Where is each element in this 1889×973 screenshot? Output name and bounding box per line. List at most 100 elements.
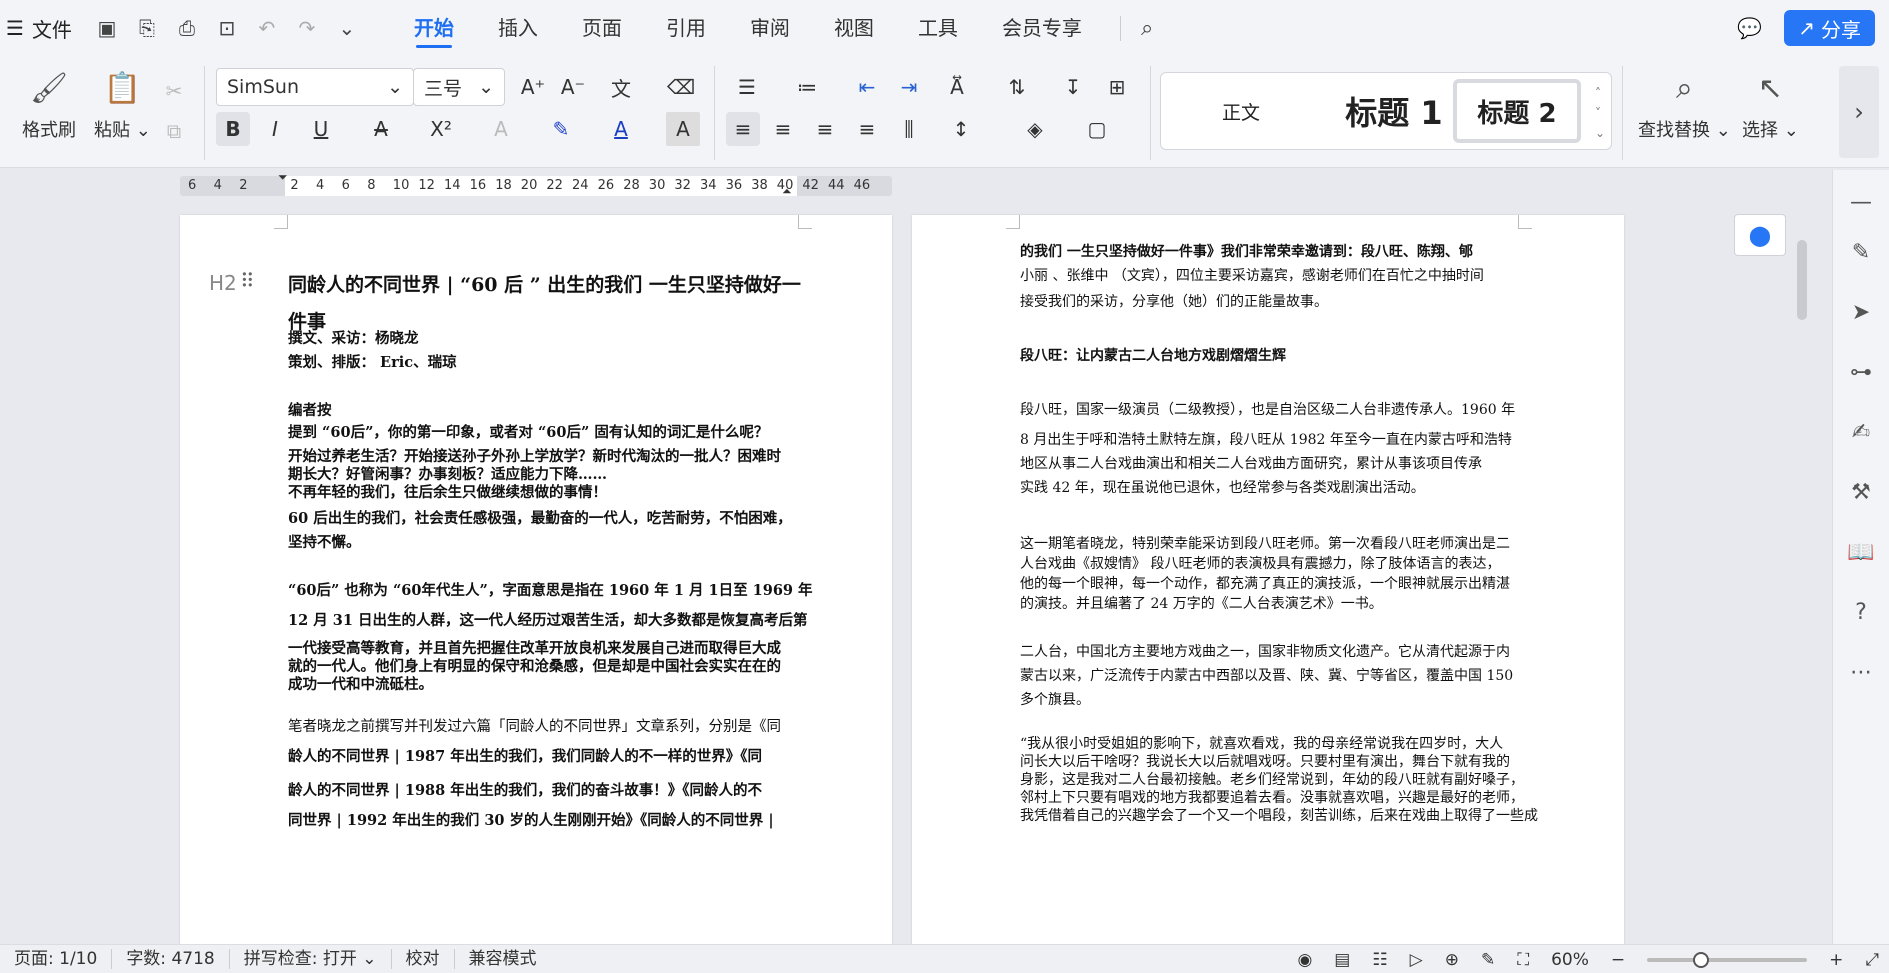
page1-text-line[interactable]: 撰文、采访：杨晓龙 [288,327,419,348]
highlight-icon[interactable]: ✎ [544,112,578,146]
paste-button[interactable]: 📋 粘贴 ⌄ [94,66,151,142]
page1-text-line[interactable]: 坚持不懈。 [288,531,361,552]
zoom-slider-knob[interactable] [1693,951,1710,968]
sort-icon[interactable]: ⇅ [1000,70,1034,104]
align-right-icon[interactable]: ≡ [808,112,842,146]
page1-text-line[interactable]: 龄人的不同世界 | 1987 年出生的我们，我们同龄人的不一样的世界》《同 [288,745,762,766]
chat-icon[interactable]: 💬 [1737,16,1762,40]
page1-text-line[interactable]: “60后” 也称为 “60年代生人”，字面意思是指在 1960 年 1 月 1日… [288,579,813,600]
fit-page-icon[interactable]: ⛶ [1517,950,1529,970]
help-icon[interactable]: ? [1845,596,1877,628]
play-icon[interactable]: ▷ [1410,950,1423,970]
style-heading2[interactable]: 标题 2 [1453,79,1581,143]
page-indicator[interactable]: 页面: 1/10 [0,949,113,969]
styles-scroll[interactable]: ˄ ˅ ⌄ [1595,83,1605,143]
format-painter-button[interactable]: 🖌 格式刷 [22,66,76,142]
tab-item[interactable]: 开始 [392,0,476,56]
font-name-select[interactable]: SimSun ⌄ [216,68,414,106]
draw-icon[interactable]: ✍ [1845,416,1877,448]
copy-icon[interactable]: ⧉ [157,114,191,148]
tab-item[interactable]: 引用 [644,0,728,56]
right-indent-marker[interactable]: ⏶ [782,184,792,199]
page2-text-line[interactable]: 邻村上下只要有唱戏的地方我都要追着去看。没事就喜欢唱，兴趣是最好的老师， [1020,787,1524,807]
justify-icon[interactable]: ≡ [850,112,884,146]
save-icon[interactable]: ▣ [92,13,122,43]
character-shading-icon[interactable]: A [666,112,700,146]
zoom-level[interactable]: 60% [1551,950,1589,970]
line-spacing-icon[interactable]: ↕ [944,112,978,146]
underline-icon[interactable]: U [304,112,338,146]
outline-view-icon[interactable]: ☷ [1372,950,1387,970]
page1-text-line[interactable]: 策划、排版： Eric、瑞琼 [288,351,457,372]
increase-indent-icon[interactable]: ⇥ [892,70,926,104]
page-view-icon[interactable]: ▤ [1334,950,1350,970]
style-normal[interactable]: 正文 [1181,79,1301,143]
location-button[interactable]: ⬤ [1734,214,1786,256]
borders-icon[interactable]: ▢ [1080,112,1114,146]
tab-item[interactable]: 审阅 [728,0,812,56]
italic-icon[interactable]: I [258,112,292,146]
page2-text-line[interactable]: 他的每一个眼神，每一个动作，都充满了真正的演技派，一个眼神就展示出精湛 [1020,573,1510,593]
page1-text-line[interactable]: 龄人的不同世界 | 1988 年出生的我们，我们的奋斗故事！》《同龄人的不 [288,779,762,800]
proofread-button[interactable]: 校对 [392,949,455,969]
align-center-icon[interactable]: ≡ [766,112,800,146]
align-left-icon[interactable]: ≡ [726,112,760,146]
pen-mode-icon[interactable]: ✎ [1481,950,1495,970]
font-size-select[interactable]: 三号 ⌄ [413,68,505,106]
show-marks-icon[interactable]: ⊞ [1100,70,1134,104]
page2-text-line[interactable]: 地区从事二人台戏曲演出和相关二人台戏曲方面研究，累计从事该项目传承 [1020,453,1482,473]
print-icon[interactable]: ⎙ [172,13,202,43]
share-button[interactable]: ↗ 分享 [1784,10,1875,46]
page2-text-line[interactable]: 的我们 一生只坚持做好一件事》我们非常荣幸邀请到：段八旺、陈翔、郇 [1020,241,1473,261]
phonetic-guide-icon[interactable]: 文 [604,70,638,104]
page1-text-line[interactable]: 提到 “60后”，你的第一印象，或者对 “60后” 固有认知的词汇是什么呢？ [288,421,768,442]
select-button[interactable]: ↖ 选择 ⌄ [1742,66,1799,142]
more-chevron-icon[interactable]: ⌄ [332,13,362,43]
indent-marker[interactable]: ⏷ [278,170,288,185]
page1-text-line[interactable]: 笔者晓龙之前撰写并刊发过六篇「同龄人的不同世界」文章系列，分别是《同 [288,715,781,736]
page2-text-line[interactable]: 身影，这是我对二人台最初接触。老乡们经常说到，年幼的段八旺就有副好嗓子， [1020,769,1524,789]
tab-item[interactable]: 页面 [560,0,644,56]
eye-protect-icon[interactable]: ◉ [1297,950,1312,970]
more-icon[interactable]: ⋯ [1845,656,1877,688]
bullet-list-icon[interactable]: ☰ [730,70,764,104]
adjust-icon[interactable]: ⊶ [1845,356,1877,388]
redo-icon[interactable]: ↷ [292,13,322,43]
cut-icon[interactable]: ✂ [157,74,191,108]
style-heading1[interactable]: 标题 1 [1319,79,1469,143]
clear-format-icon[interactable]: ⌫ [664,70,698,104]
page-1[interactable]: H2 ⠿ 同龄人的不同世界 | “60 后 ” 出生的我们 一生只坚持做好一件事… [180,215,892,944]
font-color-icon[interactable]: A [604,112,638,146]
page1-text-line[interactable]: 12 月 31 日出生的人群，这一代人经历过艰苦生活，却大多数都是恢复高考后第 [288,609,808,630]
decrease-indent-icon[interactable]: ⇤ [850,70,884,104]
horizontal-ruler[interactable]: 6 4 2 2 4 6 8 10 12 14 16 18 20 22 24 26 28 30 32 34 36 38 40 4… [180,170,892,199]
bold-icon[interactable]: B [216,112,250,146]
page1-text-line[interactable]: 不再年轻的我们，往后余生只做继续想做的事情！ [288,481,607,502]
tab-item[interactable]: 工具 [896,0,980,56]
tab-item[interactable]: 视图 [812,0,896,56]
page1-text-line[interactable]: 同世界 | 1992 年出生的我们 30 岁的人生刚刚开始》《同龄人的不同世界 … [288,809,774,830]
text-sort-icon[interactable]: ↧ [1056,70,1090,104]
decrease-font-icon[interactable]: A⁻ [556,70,590,104]
vertical-scrollbar[interactable] [1793,200,1811,944]
web-view-icon[interactable]: ⊕ [1445,950,1459,970]
zoom-slider[interactable] [1647,951,1808,968]
scrollbar-thumb[interactable] [1797,240,1807,320]
pen-icon[interactable]: ✎ [1845,236,1877,268]
tools-icon[interactable]: ⚒ [1845,476,1877,508]
file-menu[interactable]: ☰ 文件 [6,14,72,43]
page2-text-line[interactable]: 问长大以后干啥呀？我说长大以后就唱戏呀。只要村里有演出，舞台下就有我的 [1020,751,1510,771]
print-preview-icon[interactable]: ⊡ [212,13,242,43]
page2-text-line[interactable]: “我从很小时受姐姐的影响下，就喜欢看戏，我的母亲经常说我在四岁时，大人 [1020,733,1503,753]
page1-text-line[interactable]: 编者按 [288,399,332,420]
find-replace-button[interactable]: ⌕ 查找替换 ⌄ [1638,66,1731,142]
page2-text-line[interactable]: 段八旺，国家一级演员（二级教授），也是自治区级二人台非遗传承人。1960 年 [1020,399,1515,419]
page2-text-line[interactable]: 人台戏曲《叔嫂情》 段八旺老师的表演极具有震撼力，除了肢体语言的表达， [1020,553,1500,573]
tab-item[interactable]: 会员专享 [980,0,1104,56]
spell-check-toggle[interactable]: 拼写检查: 打开 ⌄ [230,949,392,969]
minimize-icon[interactable]: — [1845,186,1877,218]
numbered-list-icon[interactable]: ≔ [790,70,824,104]
page2-text-line[interactable]: 的演技。并且编著了 24 万字的《二人台表演艺术》一书。 [1020,593,1383,613]
word-count[interactable]: 字数: 4718 [112,949,230,969]
page2-text-line[interactable]: 二人台，中国北方主要地方戏曲之一，国家非物质文化遗产。它从清代起源于内 [1020,641,1510,661]
